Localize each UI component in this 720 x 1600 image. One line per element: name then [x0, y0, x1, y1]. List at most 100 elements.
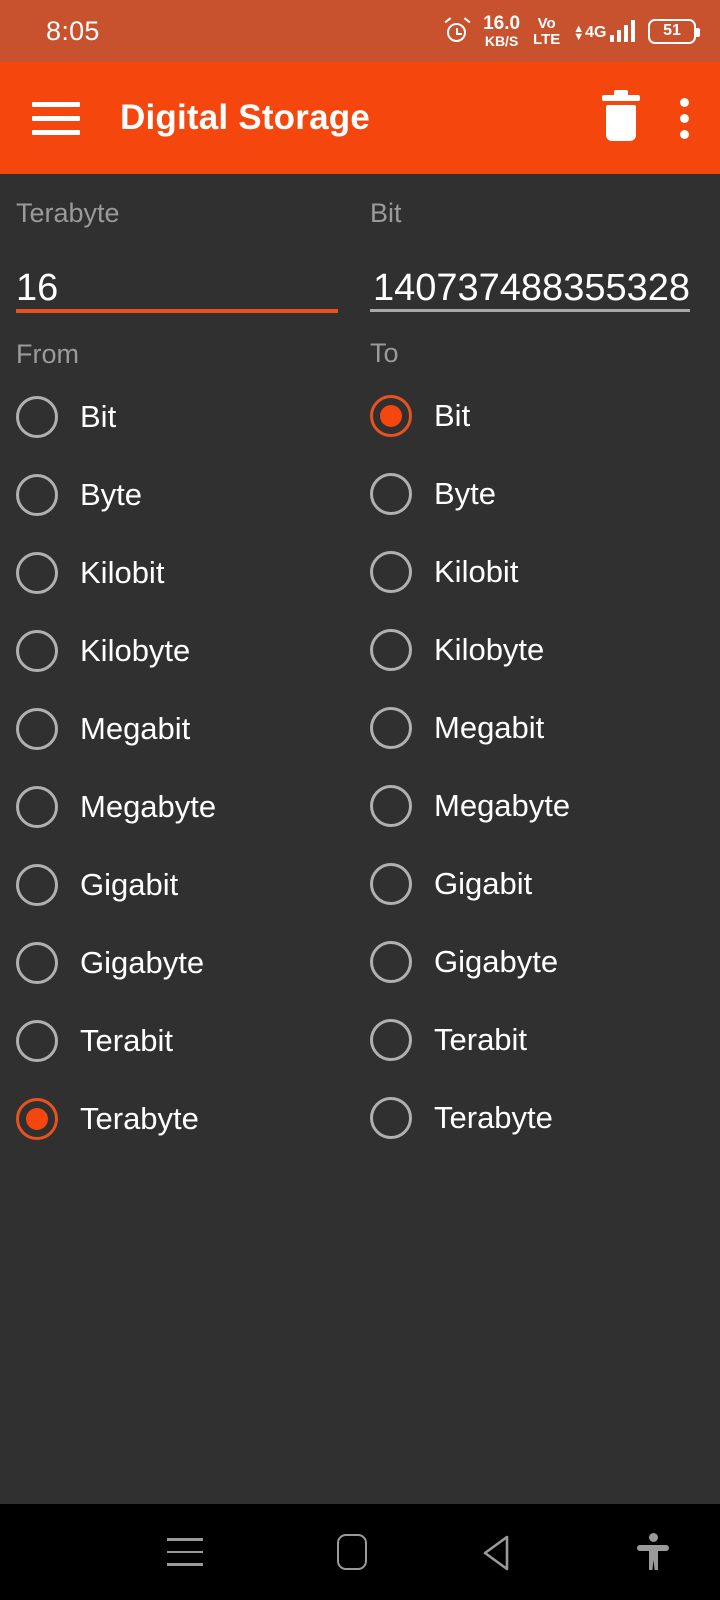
network-speed-value: 16.0 — [483, 13, 521, 34]
from-option-terabit[interactable]: Terabit — [16, 1002, 338, 1080]
from-option-kilobit[interactable]: Kilobit — [16, 534, 338, 612]
status-clock: 8:05 — [46, 15, 100, 46]
from-option-terabyte[interactable]: Terabyte — [16, 1080, 338, 1158]
from-option-label: Terabit — [80, 1023, 174, 1058]
output-field-wrap[interactable]: 140737488355328 — [370, 243, 690, 309]
from-option-bit[interactable]: Bit — [16, 378, 338, 456]
to-option-kilobyte[interactable]: Kilobyte — [370, 611, 690, 689]
data-network-label: 4G — [585, 24, 607, 41]
volte-line2: LTE — [533, 30, 561, 48]
from-option-label: Megabyte — [80, 789, 217, 824]
input-value[interactable]: 16 — [16, 269, 338, 309]
to-option-label: Terabit — [434, 1022, 528, 1057]
radio-icon[interactable] — [370, 473, 412, 515]
phone-screen: 8:05 16.0 KB/S Vo LTE ▲ ▼ 4G 51 Digital … — [0, 0, 720, 1600]
back-icon — [483, 1535, 533, 1571]
to-option-megabit[interactable]: Megabit — [370, 689, 690, 767]
output-unit-label: Bit — [370, 198, 402, 228]
from-option-megabyte[interactable]: Megabyte — [16, 768, 338, 846]
radio-icon[interactable] — [16, 630, 58, 672]
radio-icon-selected[interactable] — [16, 1098, 58, 1140]
hamburger-menu-icon[interactable] — [32, 101, 80, 135]
radio-icon[interactable] — [370, 551, 412, 593]
to-option-byte[interactable]: Byte — [370, 455, 690, 533]
from-option-gigabit[interactable]: Gigabit — [16, 846, 338, 924]
from-option-label: Byte — [80, 477, 143, 512]
nav-gap-strip — [0, 1480, 720, 1504]
radio-icon[interactable] — [16, 1020, 58, 1062]
input-field-wrap[interactable]: 16 — [16, 243, 338, 309]
radio-icon[interactable] — [16, 474, 58, 516]
from-radio-group: Bit Byte Kilobit Kilobyte Megabit Megaby… — [16, 378, 338, 1158]
radio-icon[interactable] — [16, 942, 58, 984]
from-label: From — [16, 339, 79, 369]
battery-icon: 51 — [648, 18, 700, 44]
to-option-label: Megabit — [434, 710, 545, 745]
status-icons: 16.0 KB/S Vo LTE ▲ ▼ 4G 51 — [444, 14, 700, 48]
signal-indicator: ▲ ▼ 4G — [573, 20, 635, 43]
radio-icon[interactable] — [370, 1097, 412, 1139]
page-title: Digital Storage — [120, 98, 370, 137]
volte-icon: Vo LTE — [533, 16, 560, 47]
from-option-label: Gigabit — [80, 867, 179, 902]
to-option-label: Gigabyte — [434, 944, 559, 979]
network-speed-unit: KB/S — [484, 33, 519, 49]
to-option-label: Byte — [434, 476, 497, 511]
from-option-label: Megabit — [80, 711, 191, 746]
trash-icon[interactable] — [602, 90, 640, 141]
input-unit-label: Terabyte — [16, 198, 120, 228]
system-nav-bar — [0, 1504, 720, 1600]
from-option-label: Kilobyte — [80, 633, 191, 668]
to-option-label: Kilobit — [434, 554, 519, 589]
network-speed-indicator: 16.0 KB/S — [483, 14, 520, 48]
radio-icon[interactable] — [16, 708, 58, 750]
to-option-megabyte[interactable]: Megabyte — [370, 767, 690, 845]
back-button[interactable] — [480, 1504, 560, 1600]
radio-icon[interactable] — [370, 1019, 412, 1061]
radio-icon[interactable] — [370, 707, 412, 749]
radio-icon-selected[interactable] — [370, 395, 412, 437]
output-value[interactable]: 140737488355328 — [370, 269, 690, 309]
to-label: To — [370, 338, 399, 368]
from-column: Terabyte 16 From Bit Byte Kilobit Kiloby… — [0, 174, 360, 1158]
radio-icon[interactable] — [370, 941, 412, 983]
radio-icon[interactable] — [370, 863, 412, 905]
to-option-label: Bit — [434, 398, 471, 433]
from-option-byte[interactable]: Byte — [16, 456, 338, 534]
home-button[interactable] — [312, 1504, 392, 1600]
from-option-megabit[interactable]: Megabit — [16, 690, 338, 768]
battery-level: 51 — [663, 22, 681, 39]
accessibility-button[interactable] — [613, 1504, 693, 1600]
to-option-gigabit[interactable]: Gigabit — [370, 845, 690, 923]
status-bar: 8:05 16.0 KB/S Vo LTE ▲ ▼ 4G 51 — [0, 0, 720, 62]
to-option-bit[interactable]: Bit — [370, 377, 690, 455]
recents-button[interactable] — [145, 1504, 225, 1600]
to-radio-group: Bit Byte Kilobit Kilobyte Megabit Megaby… — [370, 377, 690, 1157]
recents-icon — [167, 1538, 203, 1566]
home-icon — [337, 1534, 367, 1570]
app-bar: Digital Storage — [0, 62, 720, 174]
data-network-icon: ▲ ▼ 4G — [573, 24, 607, 43]
radio-icon[interactable] — [16, 552, 58, 594]
from-option-label: Bit — [80, 399, 117, 434]
to-option-label: Kilobyte — [434, 632, 545, 667]
from-option-gigabyte[interactable]: Gigabyte — [16, 924, 338, 1002]
to-option-kilobit[interactable]: Kilobit — [370, 533, 690, 611]
to-option-gigabyte[interactable]: Gigabyte — [370, 923, 690, 1001]
radio-icon[interactable] — [16, 786, 58, 828]
radio-icon[interactable] — [16, 864, 58, 906]
kebab-menu-icon[interactable] — [680, 97, 692, 139]
converter-panel: Terabyte 16 From Bit Byte Kilobit Kiloby… — [0, 174, 720, 1158]
to-option-label: Megabyte — [434, 788, 571, 823]
volte-line1: Vo — [537, 14, 556, 32]
to-option-label: Terabyte — [434, 1100, 553, 1135]
radio-icon[interactable] — [370, 629, 412, 671]
to-option-terabyte[interactable]: Terabyte — [370, 1079, 690, 1157]
from-option-label: Terabyte — [80, 1101, 199, 1136]
to-option-terabit[interactable]: Terabit — [370, 1001, 690, 1079]
to-option-label: Gigabit — [434, 866, 533, 901]
radio-icon[interactable] — [16, 396, 58, 438]
radio-icon[interactable] — [370, 785, 412, 827]
accessibility-icon — [637, 1533, 669, 1571]
from-option-kilobyte[interactable]: Kilobyte — [16, 612, 338, 690]
